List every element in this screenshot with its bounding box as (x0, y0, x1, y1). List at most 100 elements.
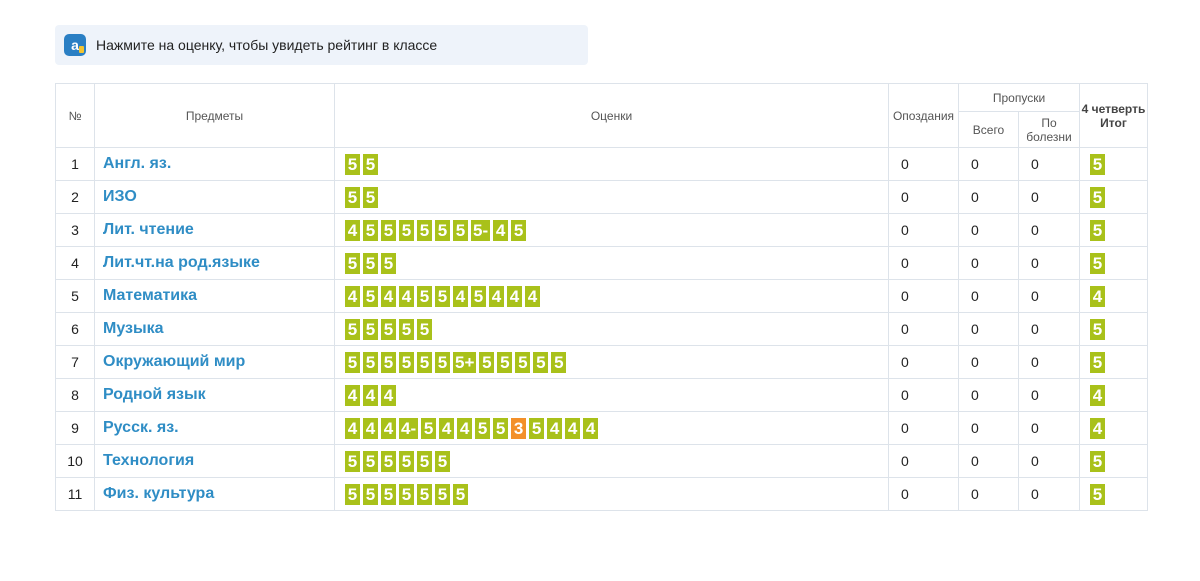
grade-mark[interactable]: 5 (363, 285, 378, 307)
subject-link[interactable]: Англ. яз. (103, 155, 171, 172)
grade-mark[interactable]: 4 (457, 417, 473, 439)
subject-link[interactable]: Русск. яз. (103, 419, 179, 436)
subject-link[interactable]: Математика (103, 287, 197, 304)
subject-link[interactable]: Лит.чт.на род.языке (103, 254, 260, 271)
grade-mark[interactable]: 4 (399, 285, 414, 307)
grade-mark[interactable]: 5 (475, 417, 491, 439)
grade-mark[interactable]: 5 (533, 351, 549, 373)
subject-link[interactable]: Лит. чтение (103, 221, 194, 238)
grade-mark[interactable]: 5 (363, 219, 378, 241)
grade-mark[interactable]: 5 (417, 285, 432, 307)
grade-mark[interactable]: 5 (493, 417, 509, 439)
subject-link[interactable]: ИЗО (103, 188, 137, 205)
grade-mark[interactable]: 5 (381, 450, 396, 472)
final-grade-mark[interactable]: 4 (1090, 417, 1106, 439)
grade-mark[interactable]: 5 (345, 318, 360, 340)
grade-mark[interactable]: 5 (399, 219, 414, 241)
grade-mark[interactable]: 3 (511, 417, 527, 439)
grade-mark[interactable]: 4 (493, 219, 509, 241)
grade-mark[interactable]: 5 (421, 417, 437, 439)
grade-mark[interactable]: 5 (515, 351, 531, 373)
grade-mark[interactable]: 5+ (453, 351, 477, 373)
grade-mark[interactable]: 5 (363, 450, 378, 472)
grade-mark[interactable]: 5 (381, 483, 396, 505)
grade-mark[interactable]: 5 (345, 252, 360, 274)
grade-mark[interactable]: 5 (363, 186, 378, 208)
grade-mark[interactable]: 4 (381, 417, 396, 439)
grade-mark[interactable]: 5 (345, 483, 360, 505)
grade-mark[interactable]: 5 (417, 450, 432, 472)
grade-mark[interactable]: 5 (435, 483, 450, 505)
grade-mark[interactable]: 5 (399, 318, 414, 340)
grade-mark[interactable]: 5 (417, 483, 432, 505)
grade-mark[interactable]: 5 (363, 351, 378, 373)
grade-mark[interactable]: 5 (399, 450, 414, 472)
grade-mark[interactable]: 5 (363, 153, 378, 175)
grade-mark[interactable]: 4 (583, 417, 599, 439)
grade-mark[interactable]: 5 (417, 318, 432, 340)
grade-mark[interactable]: 4 (381, 384, 396, 406)
grade-mark[interactable]: 5 (551, 351, 567, 373)
grade-mark[interactable]: 5 (363, 252, 378, 274)
grade-mark[interactable]: 5 (435, 285, 450, 307)
grade-mark[interactable]: 4- (399, 417, 419, 439)
grade-mark[interactable]: 5 (345, 186, 360, 208)
grade-mark[interactable]: 4 (565, 417, 581, 439)
grade-mark[interactable]: 5 (381, 351, 396, 373)
grade-mark[interactable]: 5 (453, 219, 468, 241)
subject-link[interactable]: Окружающий мир (103, 353, 245, 370)
subject-link[interactable]: Физ. культура (103, 485, 214, 502)
grade-mark[interactable]: 4 (453, 285, 468, 307)
final-grade-mark[interactable]: 4 (1090, 285, 1106, 307)
grade-mark[interactable]: 4 (489, 285, 504, 307)
grade-mark[interactable]: 5 (435, 219, 450, 241)
final-grade-mark[interactable]: 5 (1090, 219, 1106, 241)
grade-mark[interactable]: 5 (497, 351, 513, 373)
grade-mark[interactable]: 4 (363, 384, 378, 406)
grade-mark[interactable]: 5- (471, 219, 491, 241)
grade-mark[interactable]: 4 (525, 285, 540, 307)
header-grades: Оценки (334, 83, 889, 148)
grade-mark[interactable]: 5 (417, 351, 432, 373)
subject-link[interactable]: Музыка (103, 320, 164, 337)
grade-mark[interactable]: 5 (453, 483, 468, 505)
grade-mark[interactable]: 5 (417, 219, 432, 241)
grade-mark[interactable]: 5 (399, 483, 414, 505)
grade-mark[interactable]: 4 (345, 417, 360, 439)
grade-mark[interactable]: 5 (381, 318, 396, 340)
grade-mark[interactable]: 4 (363, 417, 378, 439)
final-grade-mark[interactable]: 5 (1090, 318, 1106, 340)
final-grade-mark[interactable]: 5 (1090, 186, 1106, 208)
grade-mark[interactable]: 4 (547, 417, 563, 439)
final-grade-mark[interactable]: 5 (1090, 351, 1106, 373)
subject-link[interactable]: Технология (103, 452, 194, 469)
subject-link[interactable]: Родной язык (103, 386, 206, 403)
grade-mark[interactable]: 4 (345, 219, 360, 241)
grade-mark[interactable]: 5 (435, 351, 450, 373)
grade-mark[interactable]: 5 (435, 450, 450, 472)
table-row: 9 Русск. яз. 4 4 4 4- 5 4 4 5 5 3 5 4 4 4 0 0 0 4 (55, 411, 1149, 445)
grade-mark[interactable]: 5 (363, 318, 378, 340)
grade-mark[interactable]: 4 (381, 285, 396, 307)
grade-mark[interactable]: 5 (511, 219, 527, 241)
final-grade-mark[interactable]: 5 (1090, 450, 1106, 472)
grade-mark[interactable]: 5 (345, 153, 360, 175)
header-subjects: Предметы (94, 83, 335, 148)
grade-mark[interactable]: 4 (345, 384, 360, 406)
final-grade-mark[interactable]: 5 (1090, 483, 1106, 505)
grade-mark[interactable]: 5 (381, 219, 396, 241)
grade-mark[interactable]: 5 (479, 351, 495, 373)
grade-mark[interactable]: 5 (529, 417, 545, 439)
final-grade-mark[interactable]: 4 (1090, 384, 1106, 406)
grade-mark[interactable]: 5 (345, 450, 360, 472)
grade-mark[interactable]: 5 (471, 285, 486, 307)
grade-mark[interactable]: 4 (345, 285, 360, 307)
grade-mark[interactable]: 5 (345, 351, 360, 373)
grade-mark[interactable]: 4 (507, 285, 522, 307)
final-grade-mark[interactable]: 5 (1090, 153, 1106, 175)
final-grade-mark[interactable]: 5 (1090, 252, 1106, 274)
grade-mark[interactable]: 5 (399, 351, 414, 373)
grade-mark[interactable]: 4 (439, 417, 455, 439)
grade-mark[interactable]: 5 (363, 483, 378, 505)
grade-mark[interactable]: 5 (381, 252, 396, 274)
